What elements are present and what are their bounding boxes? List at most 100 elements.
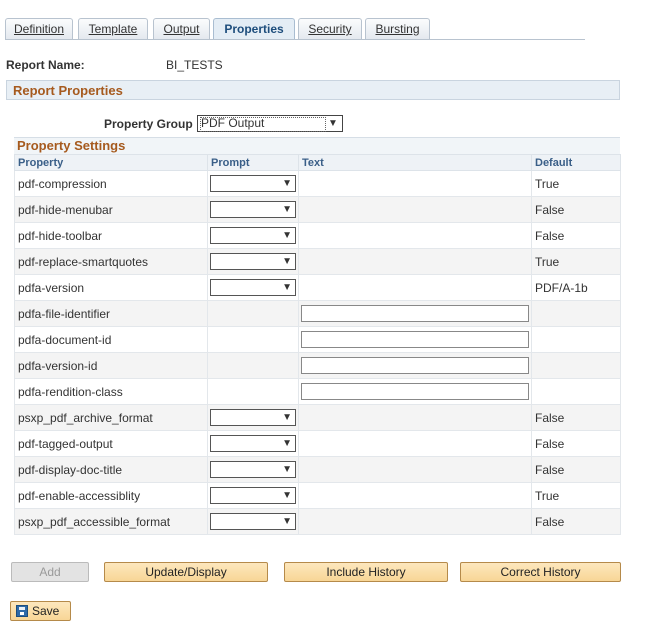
tab-label: Properties	[224, 22, 284, 36]
save-button[interactable]: Save	[10, 601, 71, 621]
tab-template[interactable]: Template	[78, 18, 148, 39]
property-cell: pdf-hide-menubar	[14, 196, 208, 223]
prompt-select[interactable]: ▼	[210, 253, 296, 270]
default-cell: True	[531, 170, 621, 197]
default-cell: False	[531, 456, 621, 483]
table-row: pdfa-file-identifier	[14, 300, 621, 327]
section-header: Report Properties	[6, 80, 620, 100]
update-display-button[interactable]: Update/Display	[104, 562, 268, 582]
tab-properties[interactable]: Properties	[213, 18, 295, 40]
text-input[interactable]	[301, 331, 529, 348]
tab-security[interactable]: Security	[298, 18, 362, 39]
prompt-cell: ▼	[207, 508, 299, 535]
table-row: psxp_pdf_archive_format ▼ False	[14, 404, 621, 431]
default-cell: False	[531, 404, 621, 431]
text-input[interactable]	[301, 305, 529, 322]
section-title: Report Properties	[13, 83, 123, 98]
prompt-cell: ▼	[207, 456, 299, 483]
prompt-select[interactable]: ▼	[210, 175, 296, 192]
column-header-property: Property	[14, 154, 208, 171]
text-cell	[298, 274, 532, 301]
prompt-select[interactable]: ▼	[210, 409, 296, 426]
text-input[interactable]	[301, 357, 529, 374]
chevron-down-icon: ▼	[282, 256, 292, 267]
text-cell	[298, 456, 532, 483]
correct-history-button[interactable]: Correct History	[460, 562, 621, 582]
property-cell: pdf-compression	[14, 170, 208, 197]
default-cell: PDF/A-1b	[531, 274, 621, 301]
report-name-value: BI_TESTS	[166, 58, 223, 72]
prompt-cell	[207, 378, 299, 405]
tab-label: Output	[163, 22, 200, 36]
property-cell: pdfa-document-id	[14, 326, 208, 353]
prompt-select[interactable]: ▼	[210, 279, 296, 296]
column-header-text: Text	[298, 154, 532, 171]
property-group-label: Property Group	[104, 117, 193, 131]
report-name-label: Report Name:	[6, 58, 85, 72]
property-group-select[interactable]: PDF Output ▼	[197, 115, 343, 132]
table-row: pdfa-document-id	[14, 326, 621, 353]
chevron-down-icon: ▼	[282, 464, 292, 475]
save-label: Save	[32, 604, 60, 618]
chevron-down-icon: ▼	[328, 118, 338, 129]
default-cell	[531, 378, 621, 405]
text-cell	[298, 404, 532, 431]
text-cell	[298, 430, 532, 457]
text-cell	[298, 248, 532, 275]
chevron-down-icon: ▼	[282, 490, 292, 501]
default-cell	[531, 300, 621, 327]
tab-divider	[5, 39, 585, 40]
text-input[interactable]	[301, 383, 529, 400]
property-settings-grid: Property Prompt Text Default pdf-compres…	[14, 154, 621, 535]
table-row: pdf-enable-accessiblity ▼ True	[14, 482, 621, 509]
table-row: pdf-display-doc-title ▼ False	[14, 456, 621, 483]
property-cell: psxp_pdf_accessible_format	[14, 508, 208, 535]
include-history-button[interactable]: Include History	[284, 562, 448, 582]
default-cell: False	[531, 508, 621, 535]
table-row: pdfa-version-id	[14, 352, 621, 379]
grid-header-row: Property Prompt Text Default	[14, 154, 621, 171]
prompt-select[interactable]: ▼	[210, 227, 296, 244]
table-row: pdfa-rendition-class	[14, 378, 621, 405]
table-row: pdfa-version ▼ PDF/A-1b	[14, 274, 621, 301]
tab-output[interactable]: Output	[153, 18, 210, 39]
prompt-cell: ▼	[207, 430, 299, 457]
tab-label: Security	[308, 22, 352, 36]
prompt-cell: ▼	[207, 222, 299, 249]
default-cell: False	[531, 196, 621, 223]
prompt-select[interactable]: ▼	[210, 487, 296, 504]
table-row: pdf-replace-smartquotes ▼ True	[14, 248, 621, 275]
tab-bursting[interactable]: Bursting	[365, 18, 430, 39]
prompt-cell: ▼	[207, 248, 299, 275]
prompt-cell	[207, 326, 299, 353]
tab-label: Template	[88, 22, 138, 36]
prompt-cell	[207, 300, 299, 327]
default-cell: False	[531, 430, 621, 457]
chevron-down-icon: ▼	[282, 438, 292, 449]
chevron-down-icon: ▼	[282, 204, 292, 215]
default-cell: False	[531, 222, 621, 249]
add-button: Add	[11, 562, 89, 582]
tab-definition[interactable]: Definition	[5, 18, 73, 39]
prompt-select[interactable]: ▼	[210, 461, 296, 478]
table-row: pdf-tagged-output ▼ False	[14, 430, 621, 457]
prompt-select[interactable]: ▼	[210, 513, 296, 530]
property-cell: pdfa-rendition-class	[14, 378, 208, 405]
chevron-down-icon: ▼	[282, 230, 292, 241]
grid-title-bar: Property Settings	[14, 137, 620, 155]
table-row: pdf-hide-menubar ▼ False	[14, 196, 621, 223]
property-cell: psxp_pdf_archive_format	[14, 404, 208, 431]
text-cell	[298, 196, 532, 223]
property-cell: pdf-display-doc-title	[14, 456, 208, 483]
text-cell	[298, 508, 532, 535]
column-header-default: Default	[531, 154, 621, 171]
prompt-cell: ▼	[207, 196, 299, 223]
text-cell	[298, 300, 532, 327]
prompt-select[interactable]: ▼	[210, 435, 296, 452]
property-cell: pdfa-version	[14, 274, 208, 301]
tab-label: Bursting	[375, 22, 420, 36]
prompt-select[interactable]: ▼	[210, 201, 296, 218]
prompt-cell: ▼	[207, 170, 299, 197]
property-cell: pdf-tagged-output	[14, 430, 208, 457]
property-cell: pdfa-file-identifier	[14, 300, 208, 327]
